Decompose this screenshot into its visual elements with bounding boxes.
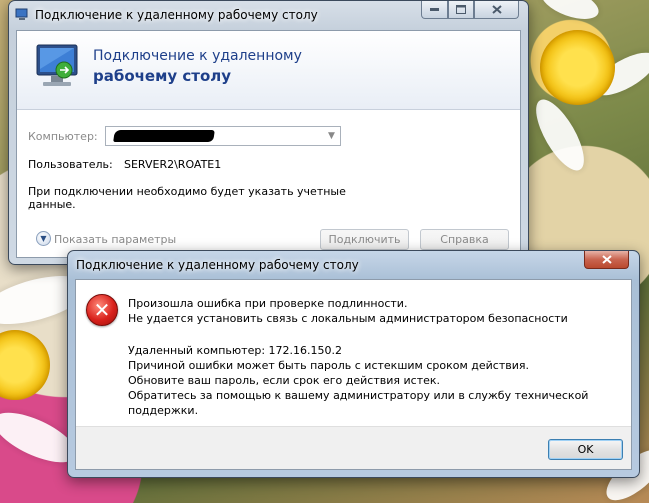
close-button[interactable] (584, 251, 629, 269)
error-message-line4: Причиной ошибки может быть пароль с исте… (128, 359, 529, 372)
computer-combobox[interactable]: ▼ (105, 126, 341, 146)
chevron-down-icon[interactable]: ▼ (323, 127, 340, 145)
header-title-line1: Подключение к удаленному (93, 48, 302, 64)
minimize-button[interactable] (421, 1, 448, 19)
credentials-note-line2: данные. (28, 198, 76, 211)
rdp-client-area: Подключение к удаленному рабочему столу … (16, 30, 521, 258)
flower-center (0, 330, 50, 400)
close-button[interactable] (474, 1, 519, 19)
help-button[interactable]: Справка (420, 229, 509, 250)
expand-options-icon[interactable]: ▼ (36, 231, 51, 246)
close-icon (601, 255, 612, 264)
error-message-line6: Обратитесь за помощью к вашему администр… (128, 389, 589, 402)
error-message-line3: Удаленный компьютер: 172.16.150.2 (128, 344, 343, 357)
flower-center (540, 30, 615, 105)
flower-petal (527, 92, 593, 178)
user-value: SERVER2\ROATE1 (124, 158, 222, 171)
remote-desktop-icon (15, 8, 28, 20)
show-options-link[interactable]: Показать параметры (54, 233, 176, 246)
header-title-line2: рабочему столу (93, 67, 232, 85)
close-icon (491, 5, 502, 14)
error-message-line1: Произошла ошибка при проверке подлинност… (128, 297, 408, 310)
error-dialog-title: Подключение к удаленному рабочему столу (76, 258, 359, 272)
ok-button[interactable]: OK (548, 439, 623, 460)
maximize-icon (456, 5, 466, 14)
rdp-header-band: Подключение к удаленному рабочему столу (17, 31, 520, 110)
rdp-titlebar[interactable]: Подключение к удаленному рабочему столу (9, 1, 528, 29)
flower-petal (537, 0, 603, 26)
error-message-line2: Не удается установить связь с локальным … (128, 312, 568, 325)
connect-button[interactable]: Подключить (320, 229, 409, 250)
redacted-scribble (113, 130, 215, 142)
error-dialog: Подключение к удаленному рабочему столу … (67, 250, 640, 478)
maximize-button[interactable] (448, 1, 474, 19)
rdp-window-title: Подключение к удаленному рабочему столу (35, 8, 318, 22)
error-message-line5: Обновите ваш пароль, если срок его дейст… (128, 374, 441, 387)
rdp-window: Подключение к удаленному рабочему столу … (8, 0, 529, 265)
error-icon: ✕ (86, 294, 118, 326)
error-dialog-body: ✕ Произошла ошибка при проверке подлинно… (75, 279, 632, 470)
computer-label: Компьютер: (28, 130, 98, 143)
error-dialog-titlebar[interactable]: Подключение к удаленному рабочему столу (68, 251, 639, 279)
minimize-icon (430, 8, 439, 11)
user-label: Пользователь: (28, 158, 113, 171)
error-message-line7: поддержки. (128, 404, 199, 417)
remote-desktop-icon (36, 44, 78, 86)
error-dialog-footer: OK (76, 426, 631, 469)
credentials-note-line1: При подключении необходимо будет указать… (28, 185, 346, 198)
